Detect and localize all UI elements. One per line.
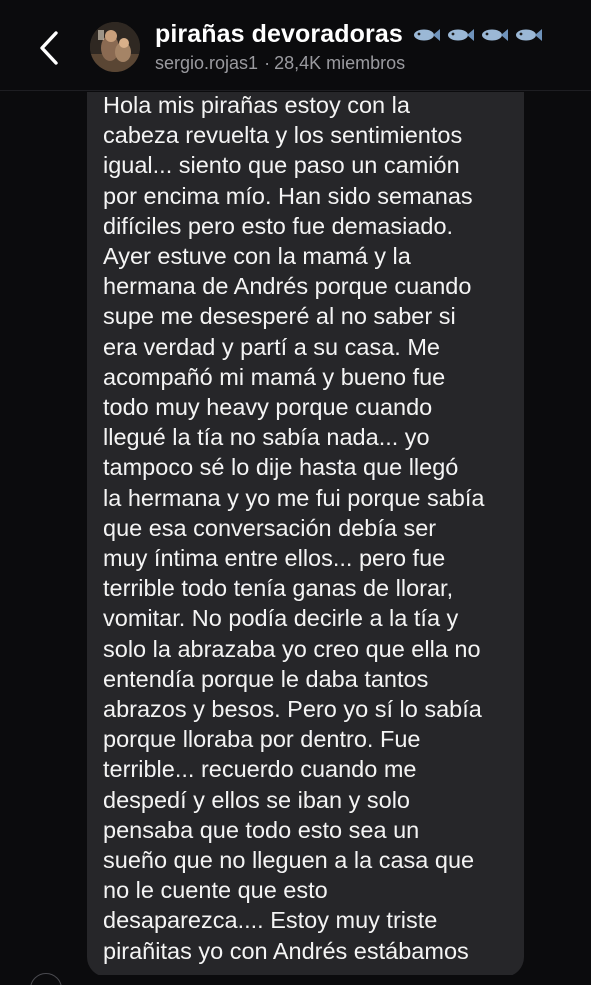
fish-icon [447,28,474,41]
fish-icon [413,28,440,41]
group-title-row[interactable]: pirañas devoradoras [155,20,543,49]
separator-dot: · [264,53,271,73]
group-avatar[interactable] [90,22,140,72]
chat-header: pirañas devoradoras sergio.rojas1 · 28,4… [0,0,591,92]
back-button[interactable] [34,28,64,68]
group-subtitle: sergio.rojas1 · 28,4K miembros [155,53,405,74]
title-emoji-row [411,25,543,45]
bottom-strip [0,975,591,985]
fish-icon [515,28,542,41]
author-username[interactable]: sergio.rojas1 [155,53,258,73]
member-count: 28,4K miembros [274,53,406,73]
message-text: Hola mis pirañas estoy con la cabeza rev… [103,92,485,964]
message-bubble[interactable]: Hola mis pirañas estoy con la cabeza rev… [87,82,524,977]
header-divider [0,90,591,91]
group-title: pirañas devoradoras [155,20,403,48]
chat-screen: pirañas devoradoras sergio.rojas1 · 28,4… [0,0,591,985]
fish-icon [481,28,508,41]
chevron-left-icon [40,31,58,65]
group-avatar-image [90,22,140,72]
